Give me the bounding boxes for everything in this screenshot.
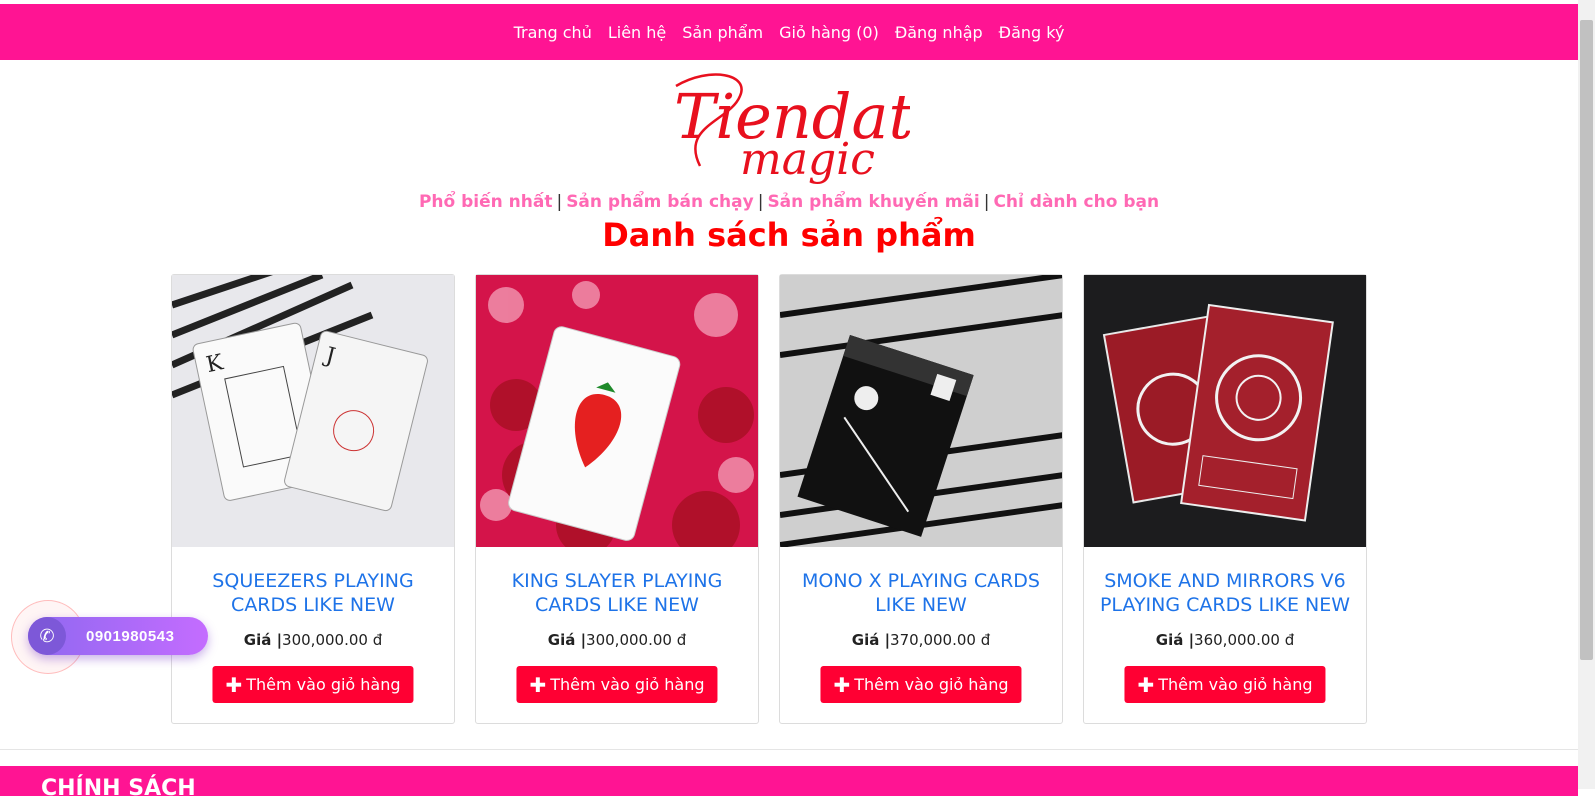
product-image[interactable]: K J bbox=[172, 275, 454, 547]
product-price: Giá |300,000.00 đ bbox=[476, 631, 758, 649]
filter-for-you[interactable]: Chỉ dành cho bạn bbox=[993, 192, 1159, 212]
product-image[interactable] bbox=[780, 275, 1062, 547]
product-card: MONO X PLAYING CARDS LIKE NEW Giá |370,0… bbox=[779, 274, 1063, 724]
phone-icon: ✆ bbox=[28, 617, 66, 655]
filter-popular[interactable]: Phổ biến nhất bbox=[419, 192, 553, 212]
product-grid: K J SQUEEZERS PLAYING CARDS LIKE NEW Giá… bbox=[171, 274, 1367, 724]
product-card: SMOKE AND MIRRORS V6 PLAYING CARDS LIKE … bbox=[1083, 274, 1367, 724]
page-title: Danh sách sản phẩm bbox=[602, 216, 976, 254]
top-navbar: Trang chủ Liên hệ Sản phẩm Giỏ hàng (0) … bbox=[0, 4, 1578, 60]
nav-products[interactable]: Sản phẩm bbox=[682, 23, 763, 42]
product-price: Giá |360,000.00 đ bbox=[1084, 631, 1366, 649]
footer: CHÍNH SÁCH bbox=[0, 766, 1578, 801]
product-title[interactable]: SMOKE AND MIRRORS V6 PLAYING CARDS LIKE … bbox=[1098, 569, 1352, 617]
filter-promotion[interactable]: Sản phẩm khuyến mãi bbox=[767, 192, 979, 212]
add-to-cart-button[interactable]: ✚ Thêm vào giỏ hàng bbox=[212, 666, 414, 703]
filter-bestseller[interactable]: Sản phẩm bán chạy bbox=[566, 192, 754, 212]
price-value: 370,000.00 đ bbox=[890, 631, 991, 649]
add-to-cart-label: Thêm vào giỏ hàng bbox=[854, 675, 1009, 694]
add-to-cart-button[interactable]: ✚ Thêm vào giỏ hàng bbox=[820, 666, 1022, 703]
plus-icon: ✚ bbox=[1137, 672, 1155, 697]
nav-contact[interactable]: Liên hệ bbox=[608, 23, 666, 42]
site-logo[interactable]: Tiendat magic bbox=[670, 66, 910, 191]
add-to-cart-button[interactable]: ✚ Thêm vào giỏ hàng bbox=[1124, 666, 1326, 703]
price-label: Giá | bbox=[547, 631, 587, 649]
divider bbox=[0, 749, 1578, 750]
price-value: 300,000.00 đ bbox=[282, 631, 383, 649]
product-title[interactable]: MONO X PLAYING CARDS LIKE NEW bbox=[794, 569, 1048, 617]
nav-home[interactable]: Trang chủ bbox=[514, 23, 592, 42]
nav-register[interactable]: Đăng ký bbox=[999, 23, 1065, 42]
product-card: K J SQUEEZERS PLAYING CARDS LIKE NEW Giá… bbox=[171, 274, 455, 724]
add-to-cart-label: Thêm vào giỏ hàng bbox=[246, 675, 401, 694]
nav-login[interactable]: Đăng nhập bbox=[895, 23, 983, 42]
nav-cart[interactable]: Giỏ hàng (0) bbox=[779, 23, 879, 42]
product-title[interactable]: KING SLAYER PLAYING CARDS LIKE NEW bbox=[490, 569, 744, 617]
product-price: Giá |370,000.00 đ bbox=[780, 631, 1062, 649]
add-to-cart-label: Thêm vào giỏ hàng bbox=[1158, 675, 1313, 694]
product-price: Giá |300,000.00 đ bbox=[172, 631, 454, 649]
filter-links: Phổ biến nhất | Sản phẩm bán chạy | Sản phẩm… bbox=[0, 192, 1578, 212]
product-image[interactable] bbox=[1084, 275, 1366, 547]
price-label: Giá | bbox=[851, 631, 891, 649]
price-value: 360,000.00 đ bbox=[1194, 631, 1295, 649]
call-button[interactable]: ✆ 0901980543 bbox=[28, 617, 208, 655]
add-to-cart-button[interactable]: ✚ Thêm vào giỏ hàng bbox=[516, 666, 718, 703]
price-label: Giá | bbox=[1155, 631, 1195, 649]
plus-icon: ✚ bbox=[225, 672, 243, 697]
logo-line2: magic bbox=[740, 134, 875, 185]
plus-icon: ✚ bbox=[529, 672, 547, 697]
price-label: Giá | bbox=[243, 631, 283, 649]
product-title[interactable]: SQUEEZERS PLAYING CARDS LIKE NEW bbox=[186, 569, 440, 617]
product-card: KING SLAYER PLAYING CARDS LIKE NEW Giá |… bbox=[475, 274, 759, 724]
separator: | bbox=[757, 192, 764, 212]
add-to-cart-label: Thêm vào giỏ hàng bbox=[550, 675, 705, 694]
product-image[interactable] bbox=[476, 275, 758, 547]
separator: | bbox=[556, 192, 563, 212]
phone-number: 0901980543 bbox=[86, 627, 175, 645]
separator: | bbox=[983, 192, 990, 212]
scrollbar-thumb[interactable] bbox=[1580, 20, 1593, 660]
plus-icon: ✚ bbox=[833, 672, 851, 697]
price-value: 300,000.00 đ bbox=[586, 631, 687, 649]
